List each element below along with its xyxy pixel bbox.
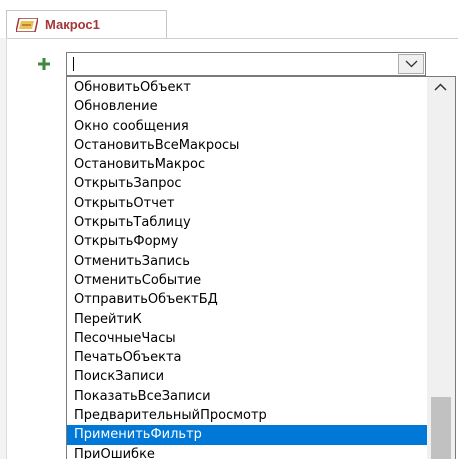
macro-icon bbox=[16, 18, 38, 32]
dropdown-item[interactable]: ПоказатьВсеЗаписи bbox=[67, 387, 427, 406]
tab-title: Макрос1 bbox=[45, 17, 100, 32]
dropdown-item[interactable]: ОткрытьОтчет bbox=[67, 194, 427, 213]
add-new-action-combobox[interactable] bbox=[66, 52, 426, 76]
dropdown-item[interactable]: ПоискЗаписи bbox=[67, 367, 427, 386]
document-tab-strip: Макрос1 bbox=[0, 0, 458, 39]
plus-icon[interactable] bbox=[38, 58, 50, 70]
scrollbar-thumb[interactable] bbox=[431, 397, 451, 459]
dropdown-item[interactable]: ОткрытьЗапрос bbox=[67, 174, 427, 193]
navigation-pane-edge bbox=[0, 38, 7, 459]
dropdown-item[interactable]: ОбновитьОбъект bbox=[67, 78, 427, 97]
chevron-up-icon[interactable] bbox=[434, 83, 447, 91]
dropdown-item[interactable]: ПредварительныйПросмотр bbox=[67, 406, 427, 425]
dropdown-item[interactable]: ПечатьОбъекта bbox=[67, 348, 427, 367]
dropdown-item[interactable]: ОткрытьТаблицу bbox=[67, 213, 427, 232]
dropdown-item[interactable]: ПриОшибке bbox=[67, 445, 427, 459]
dropdown-item[interactable]: ОтменитьЗапись bbox=[67, 252, 427, 271]
chevron-down-icon bbox=[405, 60, 418, 68]
dropdown-item[interactable]: Обновление bbox=[67, 97, 427, 116]
action-dropdown-list: ОбновитьОбъект Обновление Окно сообщения Ос… bbox=[66, 76, 456, 459]
vertical-scrollbar[interactable] bbox=[427, 77, 455, 459]
dropdown-item[interactable]: ПерейтиК bbox=[67, 310, 427, 329]
dropdown-item[interactable]: ОтправитьОбъектБД bbox=[67, 290, 427, 309]
dropdown-item[interactable]: ПрименитьФильтр bbox=[67, 425, 427, 445]
dropdown-button[interactable] bbox=[398, 54, 424, 74]
dropdown-item[interactable]: ОткрытьФорму bbox=[67, 232, 427, 251]
tab-macro1[interactable]: Макрос1 bbox=[6, 10, 167, 38]
action-list: ОбновитьОбъект Обновление Окно сообщения Ос… bbox=[67, 78, 427, 459]
dropdown-item[interactable]: ОстановитьМакрос bbox=[67, 155, 427, 174]
dropdown-item[interactable]: ОтменитьСобытие bbox=[67, 271, 427, 290]
dropdown-item[interactable]: Окно сообщения bbox=[67, 117, 427, 136]
text-caret bbox=[73, 57, 74, 71]
dropdown-item[interactable]: ОстановитьВсеМакросы bbox=[67, 136, 427, 155]
dropdown-item[interactable]: ПесочныеЧасы bbox=[67, 329, 427, 348]
